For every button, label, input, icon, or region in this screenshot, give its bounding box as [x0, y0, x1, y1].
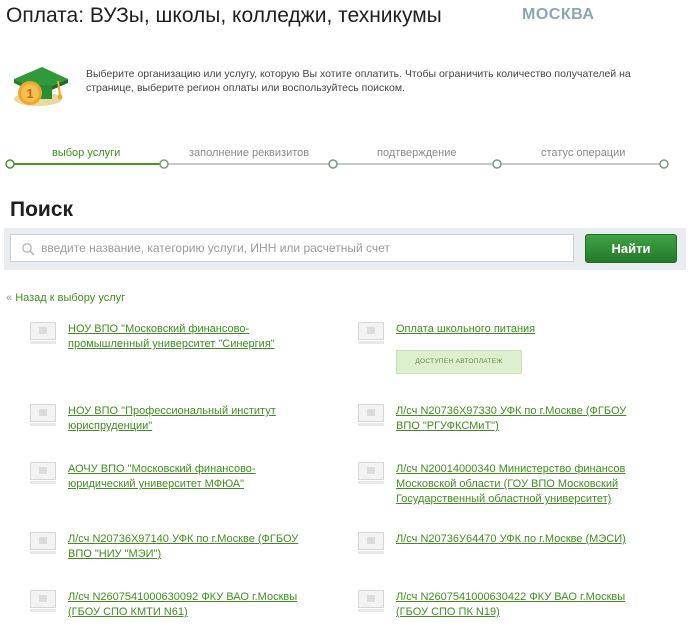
service-item[interactable]: Л/сч N20014000340 Министерство финансов М… — [358, 462, 678, 510]
svg-text:1: 1 — [26, 86, 33, 101]
search-input[interactable] — [41, 238, 561, 258]
progress-track — [5, 159, 669, 169]
search-heading: Поиск — [10, 198, 74, 221]
service-item[interactable]: Оплата школьного питания — [358, 322, 678, 344]
service-link[interactable]: Л/сч N20014000340 Министерство финансов М… — [396, 462, 625, 507]
service-link[interactable]: АОЧУ ВПО "Московский финансово-юридическ… — [68, 462, 256, 492]
service-link[interactable]: Л/сч N2607541000630092 ФКУ ВАО г.Москвы(… — [68, 590, 297, 620]
region-selector[interactable]: МОСКВА — [522, 6, 594, 24]
back-to-services-link[interactable]: « Назад к выбору услуг — [6, 292, 125, 304]
service-link[interactable]: Л/сч N20736У64470 УФК по г.Москве (МЭСИ) — [396, 532, 626, 547]
service-icon — [30, 404, 56, 426]
search-icon — [22, 243, 35, 256]
service-item[interactable]: Л/сч N20736X97330 УФК по г.Москве (ФГБОУ… — [358, 404, 678, 438]
intro-text: Выберите организацию или услугу, которую… — [86, 68, 631, 94]
service-icon — [30, 322, 56, 344]
service-link[interactable]: Л/сч N2607541000630422 ФКУ ВАО г.Москвы(… — [396, 590, 625, 620]
service-icon — [30, 590, 56, 612]
service-item[interactable]: Л/сч N2607541000630422 ФКУ ВАО г.Москвы(… — [358, 590, 678, 624]
back-link-label: Назад к выбору услуг — [15, 292, 126, 304]
service-link[interactable]: Л/сч N20736X97330 УФК по г.Москве (ФГБОУ… — [396, 404, 626, 434]
service-icon — [358, 404, 384, 426]
search-box[interactable] — [10, 234, 574, 262]
find-button[interactable]: Найти — [585, 234, 677, 263]
service-item[interactable]: НОУ ВПО "Московский финансово-промышленн… — [30, 322, 350, 356]
service-item[interactable]: Л/сч N20736X97140 УФК по г.Москве (ФГБОУ… — [30, 532, 350, 566]
service-icon — [30, 532, 56, 554]
service-link[interactable]: Л/сч N20736X97140 УФК по г.Москве (ФГБОУ… — [68, 532, 298, 562]
service-link[interactable]: НОУ ВПО "Профессиональный институт юриспр… — [68, 404, 276, 434]
page-title: Оплата: ВУЗы, школы, колледжи, техникумы — [6, 4, 442, 27]
service-icon — [358, 590, 384, 612]
service-link[interactable]: Оплата школьного питания — [396, 322, 535, 337]
search-bar: Найти — [4, 228, 686, 270]
service-icon — [358, 532, 384, 554]
autopay-available-badge: ДОСТУПЕН АВТОПЛАТЕЖ — [396, 350, 522, 374]
service-item[interactable]: Л/сч N20736У64470 УФК по г.Москве (МЭСИ) — [358, 532, 678, 554]
service-item[interactable]: НОУ ВПО "Профессиональный институт юриспр… — [30, 404, 350, 438]
service-link[interactable]: НОУ ВПО "Московский финансово-промышленн… — [68, 322, 275, 352]
service-icon — [358, 322, 384, 344]
service-icon — [30, 462, 56, 484]
service-icon — [358, 462, 384, 484]
service-item[interactable]: АОЧУ ВПО "Московский финансово-юридическ… — [30, 462, 350, 496]
progress-steps: выбор услуги заполнение реквизитов подтв… — [0, 143, 688, 173]
service-item[interactable]: Л/сч N2607541000630092 ФКУ ВАО г.Москвы(… — [30, 590, 350, 624]
back-arrow-icon: « — [6, 292, 13, 304]
education-category-icon: 1 — [14, 67, 68, 106]
